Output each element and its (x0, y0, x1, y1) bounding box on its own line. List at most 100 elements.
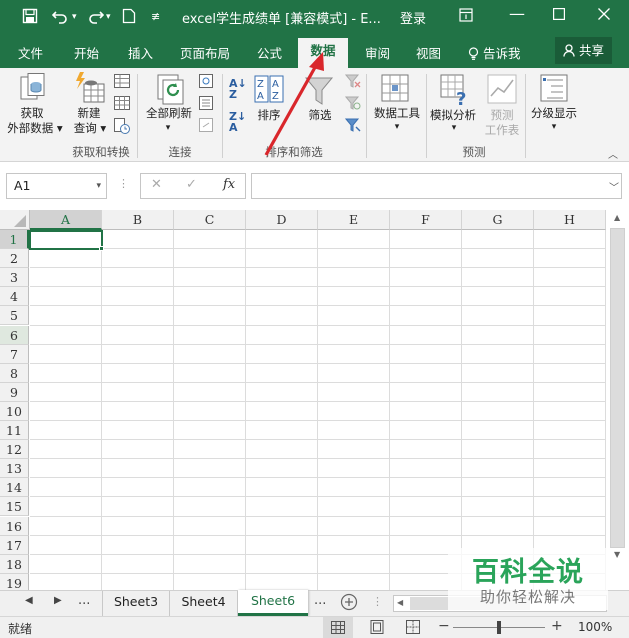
data-tools-dropdown-icon[interactable]: ▾ (387, 120, 407, 135)
sort-z-to-a-icon[interactable]: Z↓ A (229, 111, 246, 133)
clear-filter-icon[interactable] (344, 74, 361, 91)
zoom-level[interactable]: 100% (578, 620, 612, 634)
scroll-tabs-right-icon[interactable]: ▶ (54, 595, 62, 606)
scroll-tabs-left-icon[interactable]: ◀ (25, 595, 33, 606)
enter-icon[interactable]: ✓ (186, 177, 197, 192)
get-external-data-label-1[interactable]: 获取 (12, 106, 52, 121)
sheet-tab-sheet3[interactable]: Sheet3 (102, 591, 170, 616)
scroll-down-icon[interactable]: ▼ (614, 550, 620, 559)
tab-review[interactable]: 审阅 (365, 43, 390, 62)
column-header[interactable]: B (102, 210, 174, 230)
new-query-label-1[interactable]: 新建 (73, 106, 105, 121)
scrollbar-thumb[interactable] (610, 228, 625, 548)
edit-links-icon[interactable] (199, 118, 213, 135)
customize-qat-icon[interactable]: ≢ (151, 10, 160, 23)
row-header[interactable]: 15 (0, 497, 29, 517)
tab-formulas[interactable]: 公式 (257, 43, 282, 62)
login-link[interactable]: 登录 (400, 8, 426, 27)
formula-bar-handle-icon[interactable]: ⋮ (118, 177, 129, 190)
outline-label[interactable]: 分级显示 (527, 106, 581, 121)
tab-view[interactable]: 视图 (416, 43, 441, 62)
refresh-all-label[interactable]: 全部刷新 (142, 106, 196, 121)
active-cell-a1[interactable] (29, 230, 103, 250)
collapse-ribbon-icon[interactable]: ︿ (608, 146, 618, 161)
tab-data[interactable]: 数据 (298, 38, 348, 69)
new-document-icon[interactable] (122, 8, 136, 28)
row-header[interactable]: 5 (0, 306, 29, 326)
advanced-filter-icon[interactable] (344, 118, 361, 137)
new-query-button[interactable]: 查询 ▾ (70, 121, 110, 136)
zoom-in-icon[interactable]: + (551, 618, 563, 634)
scroll-up-icon[interactable]: ▲ (614, 213, 620, 222)
ribbon-display-options-icon[interactable] (459, 8, 473, 26)
properties-icon[interactable] (199, 96, 213, 113)
outline-dropdown-icon[interactable]: ▾ (544, 120, 564, 135)
save-icon[interactable] (22, 8, 38, 28)
undo-dropdown-icon[interactable]: ▾ (72, 12, 77, 22)
column-header[interactable]: H (534, 210, 606, 230)
forecast-sheet-label-1[interactable]: 预测 (482, 108, 522, 123)
minimize-icon[interactable]: — (509, 4, 525, 23)
row-header[interactable]: 11 (0, 421, 29, 441)
vertical-scrollbar[interactable]: ▲ ▼ (607, 210, 629, 590)
page-layout-view-icon[interactable] (370, 620, 384, 637)
row-header[interactable]: 17 (0, 535, 29, 555)
add-sheet-icon[interactable] (340, 593, 358, 614)
column-header[interactable]: G (462, 210, 534, 230)
row-header[interactable]: 4 (0, 287, 29, 307)
row-header[interactable]: 8 (0, 363, 29, 383)
tab-file[interactable]: 文件 (18, 43, 43, 62)
insert-function-icon[interactable]: fx (223, 177, 235, 192)
row-header[interactable]: 7 (0, 344, 29, 364)
split-handle-icon[interactable]: ⋮ (372, 595, 383, 608)
share-button[interactable]: 共享 (555, 37, 612, 64)
reapply-icon[interactable] (344, 96, 361, 113)
row-header[interactable]: 1 (0, 230, 29, 250)
tabs-more-right[interactable]: ... (314, 593, 326, 608)
row-header[interactable]: 6 (0, 325, 29, 345)
column-header[interactable]: A (30, 210, 102, 230)
zoom-out-icon[interactable]: − (438, 618, 450, 634)
expand-formula-bar-icon[interactable]: ﹀ (609, 179, 619, 194)
get-external-data-button[interactable]: 外部数据 ▾ (3, 121, 67, 136)
refresh-all-dropdown-icon[interactable]: ▾ (158, 121, 178, 136)
formula-input[interactable] (251, 173, 622, 199)
name-box-dropdown-icon[interactable]: ▾ (96, 174, 101, 198)
row-header[interactable]: 19 (0, 573, 29, 590)
zoom-slider-thumb[interactable] (497, 621, 501, 634)
row-header[interactable]: 18 (0, 554, 29, 574)
sheet-tab-sheet6[interactable]: Sheet6 (238, 590, 308, 616)
row-header[interactable]: 12 (0, 440, 29, 460)
column-header[interactable]: E (318, 210, 390, 230)
maximize-icon[interactable] (553, 8, 566, 24)
what-if-dropdown-icon[interactable]: ▾ (444, 121, 464, 136)
column-header[interactable]: C (174, 210, 246, 230)
undo-icon[interactable] (51, 8, 70, 28)
cancel-icon[interactable]: ✕ (151, 177, 162, 192)
filter-button[interactable]: 筛选 (303, 108, 337, 123)
row-header[interactable]: 16 (0, 516, 29, 536)
sheet-tab-sheet4[interactable]: Sheet4 (170, 591, 238, 616)
tell-me-search[interactable]: 告诉我 (468, 43, 521, 62)
row-header[interactable]: 10 (0, 401, 29, 421)
column-header[interactable]: D (246, 210, 318, 230)
tab-insert[interactable]: 插入 (128, 43, 153, 62)
close-icon[interactable] (598, 8, 610, 24)
redo-icon[interactable] (86, 8, 105, 28)
row-header[interactable]: 14 (0, 478, 29, 498)
row-header[interactable]: 2 (0, 249, 29, 269)
column-header[interactable]: F (390, 210, 462, 230)
tab-page-layout[interactable]: 页面布局 (180, 43, 230, 62)
select-all-corner[interactable] (0, 210, 30, 230)
recent-sources-icon[interactable] (114, 118, 130, 137)
row-header[interactable]: 9 (0, 382, 29, 402)
row-header[interactable]: 3 (0, 268, 29, 288)
tabs-more-left[interactable]: ... (78, 593, 90, 608)
normal-view-button[interactable] (323, 617, 353, 638)
sort-button[interactable]: 排序 (254, 108, 284, 123)
show-queries-icon[interactable] (114, 74, 130, 91)
tab-home[interactable]: 开始 (74, 43, 99, 62)
data-tools-label[interactable]: 数据工具 (369, 106, 425, 121)
worksheet-grid[interactable]: ABCDEFGH 1 2 3 4 5 6 7 8 9 10 11 12 13 14 15 16 17 18 19 (0, 210, 629, 590)
fill-handle[interactable] (99, 246, 104, 251)
